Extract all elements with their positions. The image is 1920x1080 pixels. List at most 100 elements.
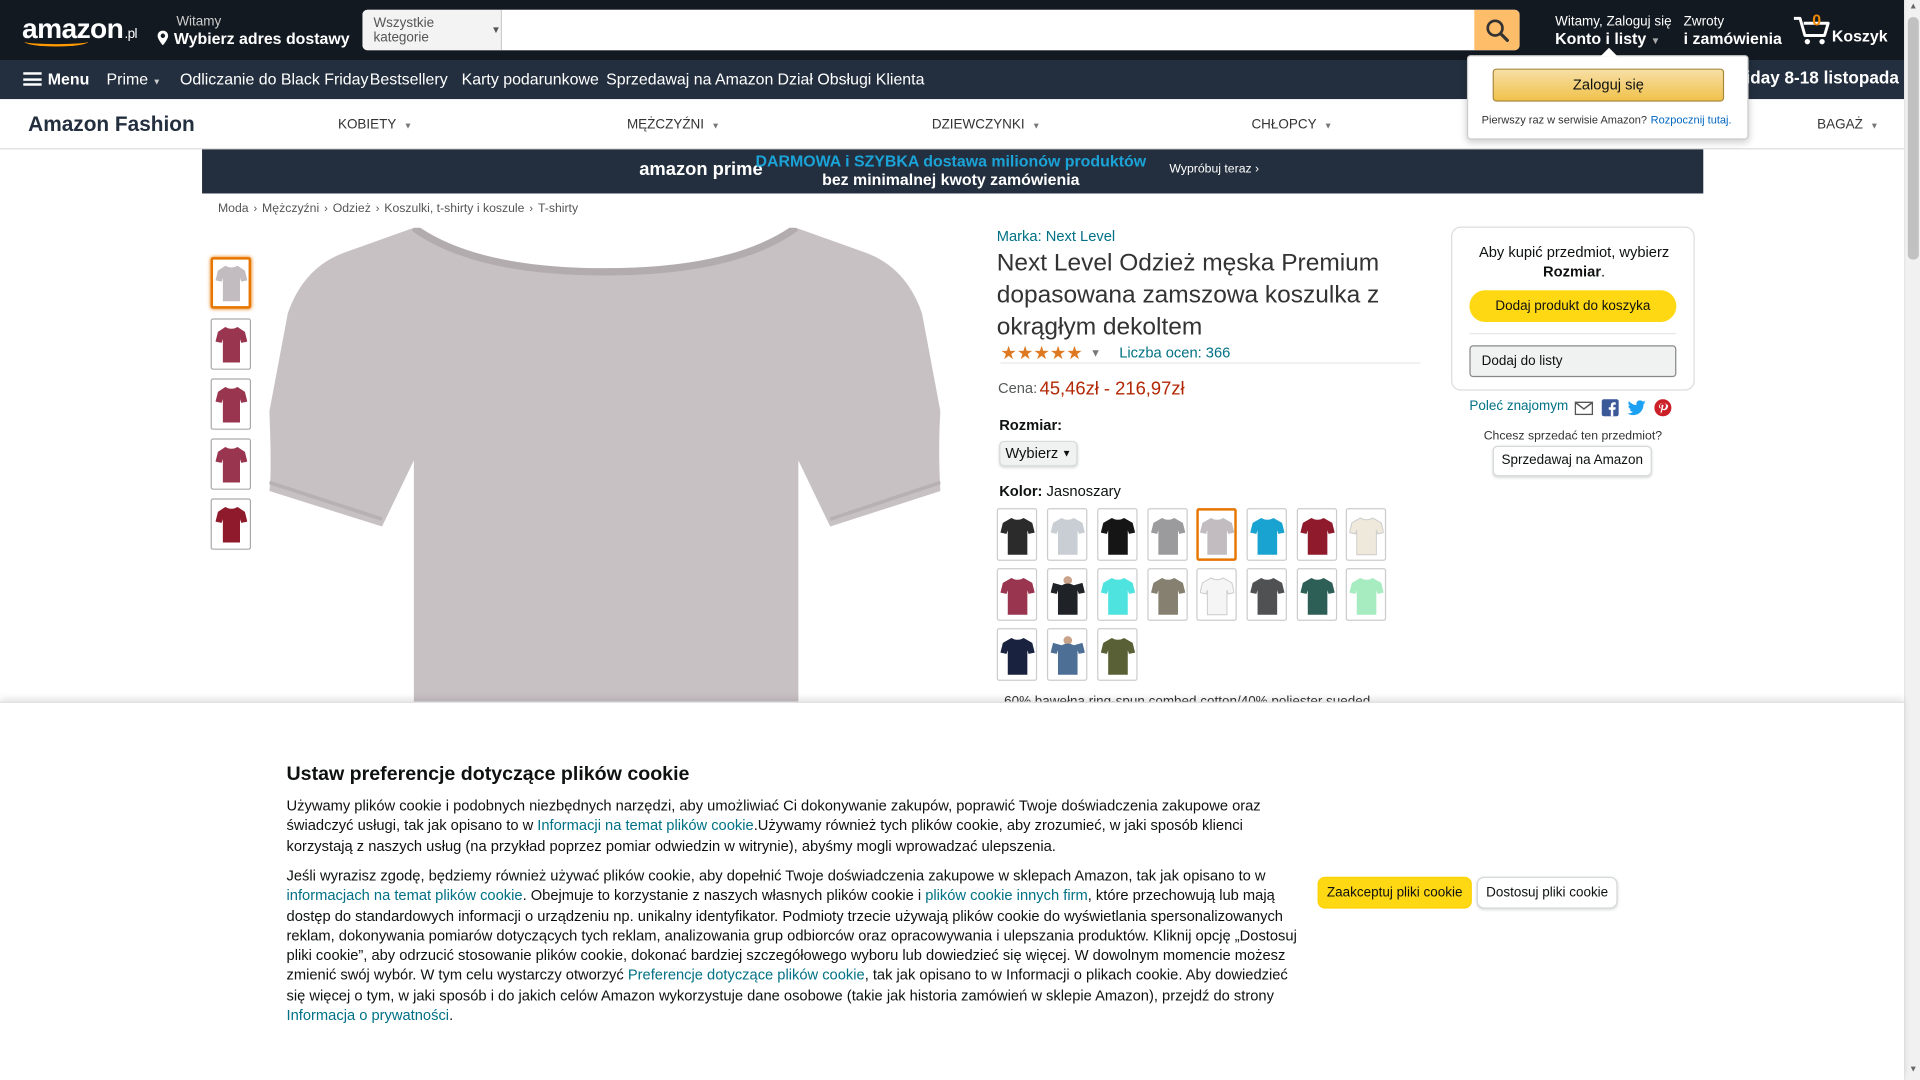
ratings-count-link[interactable]: Liczba ocen: 366: [1119, 344, 1230, 361]
color-swatch[interactable]: [996, 568, 1038, 621]
start-here-link[interactable]: Rozpocznij tutaj.: [1651, 114, 1732, 126]
accept-cookies-button[interactable]: Zaakceptuj pliki cookie: [1317, 876, 1472, 909]
search-category-select[interactable]: Wszystkie kategorie ▼: [362, 9, 503, 51]
add-to-cart-button[interactable]: Dodaj produkt do koszyka: [1469, 290, 1677, 323]
breadcrumb-item[interactable]: Koszulki, t-shirty i koszule: [384, 202, 524, 215]
third-party-cookies-link[interactable]: plików cookie innych firm: [925, 887, 1088, 904]
prime-try-link[interactable]: Wypróbuj teraz ›: [1169, 163, 1259, 176]
tshirt-icon: [1150, 577, 1185, 615]
color-swatch[interactable]: [1345, 508, 1387, 561]
color-swatch[interactable]: [1097, 508, 1138, 561]
color-swatch[interactable]: [1046, 568, 1088, 621]
breadcrumb-item[interactable]: Odzież: [333, 202, 371, 215]
fashion-cat-luggage[interactable]: BAGAŻ ▼: [1817, 118, 1879, 133]
signin-popover: Zaloguj się Pierwszy raz w serwisie Amaz…: [1466, 47, 1749, 140]
deliver-greeting: Witamy: [176, 14, 222, 30]
color-swatch[interactable]: [1196, 568, 1237, 621]
star-icons: ★★★★★: [1000, 342, 1083, 364]
nav-item-customer-service[interactable]: Dział Obsługi Klienta: [778, 70, 925, 88]
size-select[interactable]: Wybierz ▼: [999, 440, 1078, 467]
caret-down-icon: ▼: [1323, 122, 1333, 132]
breadcrumb-item[interactable]: T-shirty: [538, 202, 578, 215]
product-thumbnail[interactable]: [210, 378, 252, 430]
caret-down-icon: ▼: [1650, 35, 1661, 47]
product-thumbnail[interactable]: [210, 498, 252, 550]
scrollbar-thumb[interactable]: [1907, 17, 1919, 260]
black-friday-promo[interactable]: riday 8-18 listopada: [1739, 67, 1899, 87]
nav-item-bestsellers[interactable]: Bestsellery: [370, 70, 448, 88]
color-swatch[interactable]: [1345, 568, 1387, 621]
tshirt-icon: [1150, 517, 1185, 555]
scroll-up-icon[interactable]: ▲: [1909, 2, 1917, 11]
email-icon[interactable]: [1574, 401, 1594, 415]
page-scrollbar[interactable]: ▲ ▼: [1904, 0, 1920, 1080]
account-menu[interactable]: Witamy, Zaloguj się Konto i listy ▼: [1555, 15, 1672, 48]
product-thumbnail[interactable]: [210, 257, 252, 309]
cart-count: 0: [1812, 11, 1822, 30]
color-swatch[interactable]: [1147, 568, 1188, 621]
top-nav: amazon.pl Witamy Wybierz adres dostawy W…: [0, 0, 1905, 61]
nav-item-gift-cards[interactable]: Karty podarunkowe: [462, 70, 599, 88]
fashion-cat-men[interactable]: MĘŻCZYŹNI ▼: [627, 118, 720, 133]
scroll-down-icon[interactable]: ▼: [1909, 1065, 1917, 1074]
amazon-fashion-logo[interactable]: Amazon Fashion: [28, 113, 195, 137]
deliver-to[interactable]: Witamy Wybierz adres dostawy: [157, 15, 350, 48]
menu-button[interactable]: Menu: [23, 70, 89, 88]
color-swatch[interactable]: [1296, 568, 1338, 621]
add-to-list-button[interactable]: Dodaj do listy: [1469, 345, 1677, 378]
color-swatch[interactable]: [1296, 508, 1338, 561]
tshirt-icon: [214, 326, 247, 363]
product-title: Next Level Odzież męska Premium dopasowa…: [996, 249, 1380, 341]
caret-down-icon: ▼: [152, 78, 162, 87]
privacy-notice-link[interactable]: Informacja o prywatności: [287, 1007, 450, 1024]
twitter-icon[interactable]: [1627, 399, 1646, 416]
cookie-preferences-link[interactable]: Preferencje dotyczące plików cookie: [628, 967, 865, 984]
color-swatch[interactable]: [1196, 508, 1237, 561]
color-swatch[interactable]: [1097, 568, 1138, 621]
returns-orders[interactable]: Zwroty i zamówienia: [1684, 15, 1782, 48]
product-thumbnail[interactable]: [210, 438, 252, 490]
nav-item-prime[interactable]: Prime ▼: [107, 70, 162, 88]
pinterest-icon[interactable]: [1654, 399, 1672, 417]
search-button[interactable]: [1474, 9, 1520, 51]
nav-item-black-friday[interactable]: Odliczanie do Black Friday: [180, 70, 368, 88]
tshirt-icon: [999, 637, 1035, 675]
color-label: Kolor: Jasnoszary: [999, 482, 1121, 500]
chevron-right-icon: ›: [529, 202, 534, 215]
color-swatch[interactable]: [1246, 508, 1287, 561]
sell-on-amazon-button[interactable]: Sprzedawaj na Amazon: [1492, 445, 1652, 477]
color-swatch[interactable]: [1046, 508, 1088, 561]
chevron-right-icon: ›: [324, 202, 328, 215]
product-thumbnail[interactable]: [210, 318, 252, 370]
color-swatch[interactable]: [1246, 568, 1287, 621]
fashion-cat-women[interactable]: KOBIETY ▼: [338, 118, 412, 133]
nav-item-sell[interactable]: Sprzedawaj na Amazon: [606, 70, 773, 88]
fashion-cat-girls[interactable]: DZIEWCZYNKI ▼: [932, 118, 1041, 133]
color-swatch[interactable]: [1147, 508, 1188, 561]
customize-cookies-button[interactable]: Dostosuj pliki cookie: [1476, 876, 1618, 909]
facebook-icon[interactable]: [1601, 399, 1619, 417]
color-swatch[interactable]: [996, 628, 1038, 681]
account-greeting: Witamy, Zaloguj się: [1555, 14, 1672, 30]
share-link[interactable]: Poleć znajomym: [1469, 399, 1568, 414]
cookie-info-link[interactable]: informacjach na temat plików cookie: [287, 887, 523, 904]
color-swatch[interactable]: [996, 508, 1038, 561]
color-swatch[interactable]: [1097, 628, 1138, 681]
breadcrumb-item[interactable]: Mężczyźni: [262, 202, 319, 215]
brand-link[interactable]: Marka: Next Level: [997, 228, 1115, 245]
cookie-info-link[interactable]: Informacji na temat plików cookie: [537, 817, 753, 834]
fashion-cat-boys[interactable]: CHŁOPCY ▼: [1251, 118, 1332, 133]
signin-button[interactable]: Zaloguj się: [1492, 68, 1725, 102]
search-input[interactable]: [502, 9, 1475, 51]
tshirt-icon: [1199, 517, 1234, 555]
product-main-image[interactable]: [269, 227, 941, 718]
cart-label: Koszyk: [1831, 26, 1888, 46]
prime-banner[interactable]: amazon prime DARMOWA i SZYBKA dostawa mi…: [202, 149, 1704, 194]
search-bar: Wszystkie kategorie ▼: [362, 9, 1520, 51]
select-size-message: Aby kupić przedmiot, wybierz Rozmiar.: [1478, 243, 1670, 281]
color-swatch[interactable]: [1046, 628, 1088, 681]
tshirt-icon: [214, 265, 247, 302]
chevron-right-icon: ›: [375, 202, 380, 215]
star-rating[interactable]: ★★★★★ ▼: [1000, 342, 1101, 364]
breadcrumb-item[interactable]: Moda: [218, 202, 249, 215]
